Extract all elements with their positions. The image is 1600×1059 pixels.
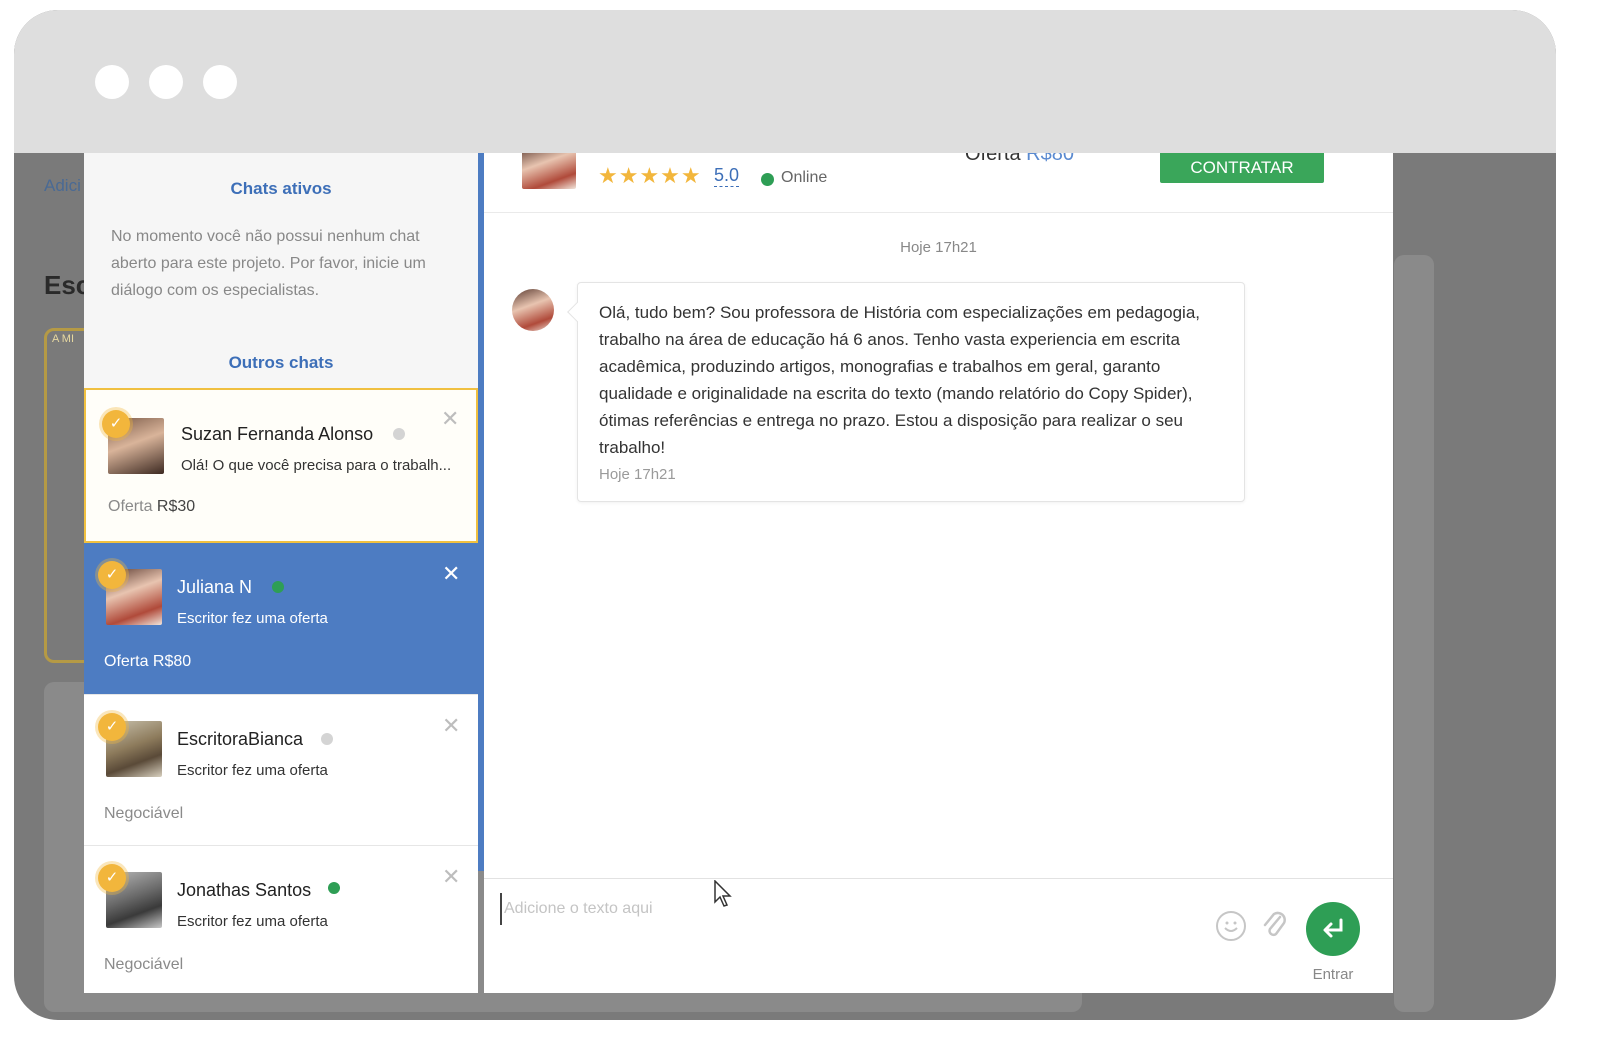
chat-preview: Escritor fez uma oferta bbox=[177, 610, 328, 627]
offer-value: R$80 bbox=[152, 653, 192, 670]
attachment-icon[interactable] bbox=[1260, 909, 1288, 941]
chat-offer: Negociável bbox=[104, 805, 183, 823]
background-link: Adici bbox=[44, 176, 81, 195]
close-chat-icon[interactable]: ✕ bbox=[442, 561, 460, 587]
chat-item-bianca[interactable]: ✓ EscritoraBianca Escritor fez uma ofert… bbox=[84, 695, 478, 846]
status-online-dot bbox=[272, 581, 284, 593]
day-separator: Hoje 17h21 bbox=[900, 239, 977, 256]
conversation-panel: ★★★★★ 5.0 Online Oferta R$80 CONTRATAR H… bbox=[484, 139, 1393, 993]
mouse-cursor-icon bbox=[714, 880, 732, 907]
message-text: Olá, tudo bem? Sou professora de Históri… bbox=[599, 303, 1201, 457]
chat-name: Suzan Fernanda Alonso bbox=[181, 424, 374, 444]
rating-value[interactable]: 5.0 bbox=[714, 165, 740, 187]
status-online-dot bbox=[761, 173, 774, 186]
empty-chats-message: No momento você não possui nenhum chat a… bbox=[111, 228, 426, 299]
rating-stars-icon: ★★★★★ bbox=[598, 163, 702, 188]
message-time: Hoje 17h21 bbox=[599, 466, 676, 483]
window-titlebar bbox=[14, 10, 1556, 153]
chat-preview: Olá! O que você precisa para o trabalh..… bbox=[181, 457, 452, 474]
message-input[interactable] bbox=[500, 893, 1180, 925]
verified-badge-icon: ✓ bbox=[102, 410, 130, 438]
offer-label: Oferta bbox=[104, 653, 149, 670]
chat-item-juliana[interactable]: ✓ Juliana N Escritor fez uma oferta Ofer… bbox=[84, 543, 478, 695]
verified-badge-icon: ✓ bbox=[98, 561, 126, 589]
send-button[interactable] bbox=[1306, 902, 1360, 956]
message-composer: Entrar bbox=[484, 878, 1393, 993]
status-offline-dot bbox=[393, 428, 405, 440]
offer-label: Negociável bbox=[104, 956, 184, 973]
chat-item-suzan[interactable]: ✓ Suzan Fernanda Alonso Olá! O que você … bbox=[84, 388, 478, 543]
conversation-header: ★★★★★ 5.0 Online Oferta R$80 CONTRATAR bbox=[484, 139, 1393, 213]
status-label: Online bbox=[781, 169, 828, 186]
window-control-dot[interactable] bbox=[203, 65, 237, 99]
verified-badge-icon: ✓ bbox=[98, 713, 126, 741]
close-chat-icon[interactable]: ✕ bbox=[441, 406, 459, 432]
chat-preview: Escritor fez uma oferta bbox=[177, 762, 328, 779]
emoji-face-icon bbox=[1224, 921, 1238, 932]
chat-offer: Oferta R$80 bbox=[104, 653, 191, 671]
enter-arrow-icon bbox=[1323, 918, 1343, 938]
close-chat-icon[interactable]: ✕ bbox=[442, 864, 460, 890]
chat-preview: Escritor fez uma oferta bbox=[177, 913, 328, 930]
chat-name: Juliana N bbox=[177, 577, 253, 597]
offer-label: Oferta bbox=[108, 498, 153, 515]
other-chats-title: Outros chats bbox=[228, 353, 334, 372]
message-avatar bbox=[512, 289, 554, 331]
message-bubble: Olá, tudo bem? Sou professora de Históri… bbox=[577, 282, 1245, 502]
offer-value: R$30 bbox=[156, 498, 196, 515]
verified-badge-icon: ✓ bbox=[98, 864, 126, 892]
offer-label: Negociável bbox=[104, 805, 184, 822]
browser-window: Adici Esc A MI Chats ativos No momento v… bbox=[14, 10, 1556, 1020]
emoji-icon[interactable] bbox=[1216, 911, 1246, 941]
status-online-dot bbox=[328, 882, 340, 894]
background-badge: A MI bbox=[52, 333, 75, 345]
chat-list-panel: Chats ativos No momento você não possui … bbox=[84, 153, 478, 993]
chat-offer: Oferta R$30 bbox=[108, 498, 195, 516]
active-chats-title: Chats ativos bbox=[230, 179, 332, 198]
chat-item-jonathas[interactable]: ✓ Jonathas Santos Escritor fez uma ofert… bbox=[84, 846, 478, 993]
status-offline-dot bbox=[321, 733, 333, 745]
window-control-dot[interactable] bbox=[149, 65, 183, 99]
send-label: Entrar bbox=[1312, 966, 1354, 983]
close-chat-icon[interactable]: ✕ bbox=[442, 713, 460, 739]
chat-name: Jonathas Santos bbox=[177, 880, 312, 900]
window-control-dot[interactable] bbox=[95, 65, 129, 99]
chat-name: EscritoraBianca bbox=[177, 729, 304, 749]
background-sidebar-card bbox=[1394, 255, 1434, 1012]
chat-offer: Negociável bbox=[104, 956, 183, 974]
